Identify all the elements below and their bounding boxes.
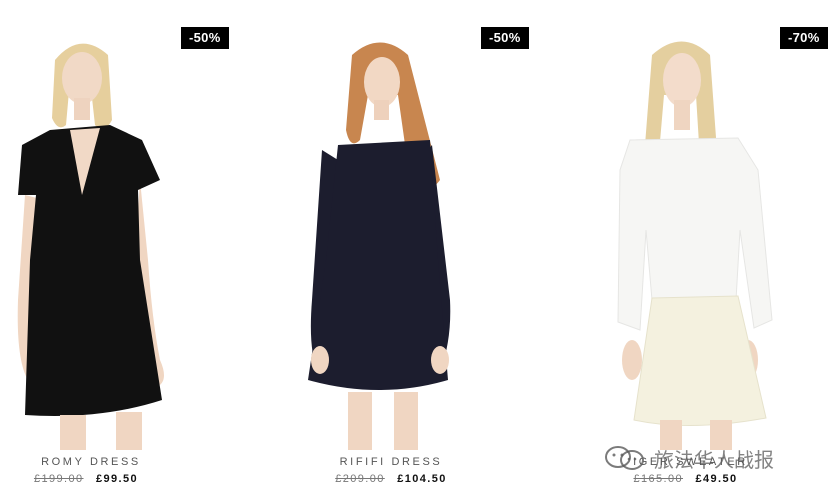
product-name[interactable]: ROMY DRESS [0,456,231,468]
sale-price: £49.50 [695,473,738,485]
sale-price: £104.50 [397,473,447,485]
watermark-text: 旅法华人战报 [654,447,774,472]
wechat-icon [605,446,644,470]
discount-badge: -50% [481,27,529,49]
sale-price: £99.50 [95,473,139,485]
discount-badge: -70% [780,27,828,49]
product-card-romy-dress[interactable]: -50% ROMY DRESS £199.00 £99.50 [0,0,280,499]
product-card-rififi-dress[interactable]: -50% RIFIFI DRESS £209.00 £104.50 [280,0,560,499]
original-price: £209.00 [335,473,385,485]
price-row: £165.00 £49.50 [546,473,825,485]
original-price: £199.00 [33,473,84,485]
product-image[interactable] [560,0,839,450]
product-card-iger-sweater[interactable]: -70% IGER SWEATER £165.00 £49.50 [560,0,839,499]
original-price: £165.00 [633,473,684,485]
product-name[interactable]: RIFIFI DRESS [251,456,531,468]
discount-badge: -50% [181,27,229,49]
product-image[interactable] [0,0,280,450]
watermark: 旅法华人战报 [604,443,774,473]
product-grid-page: -50% ROMY DRESS £199.00 £99.50 -50% RIFI… [0,0,839,499]
price-row: £209.00 £104.50 [251,473,531,485]
price-row: £199.00 £99.50 [0,473,226,485]
product-image[interactable] [280,0,560,450]
